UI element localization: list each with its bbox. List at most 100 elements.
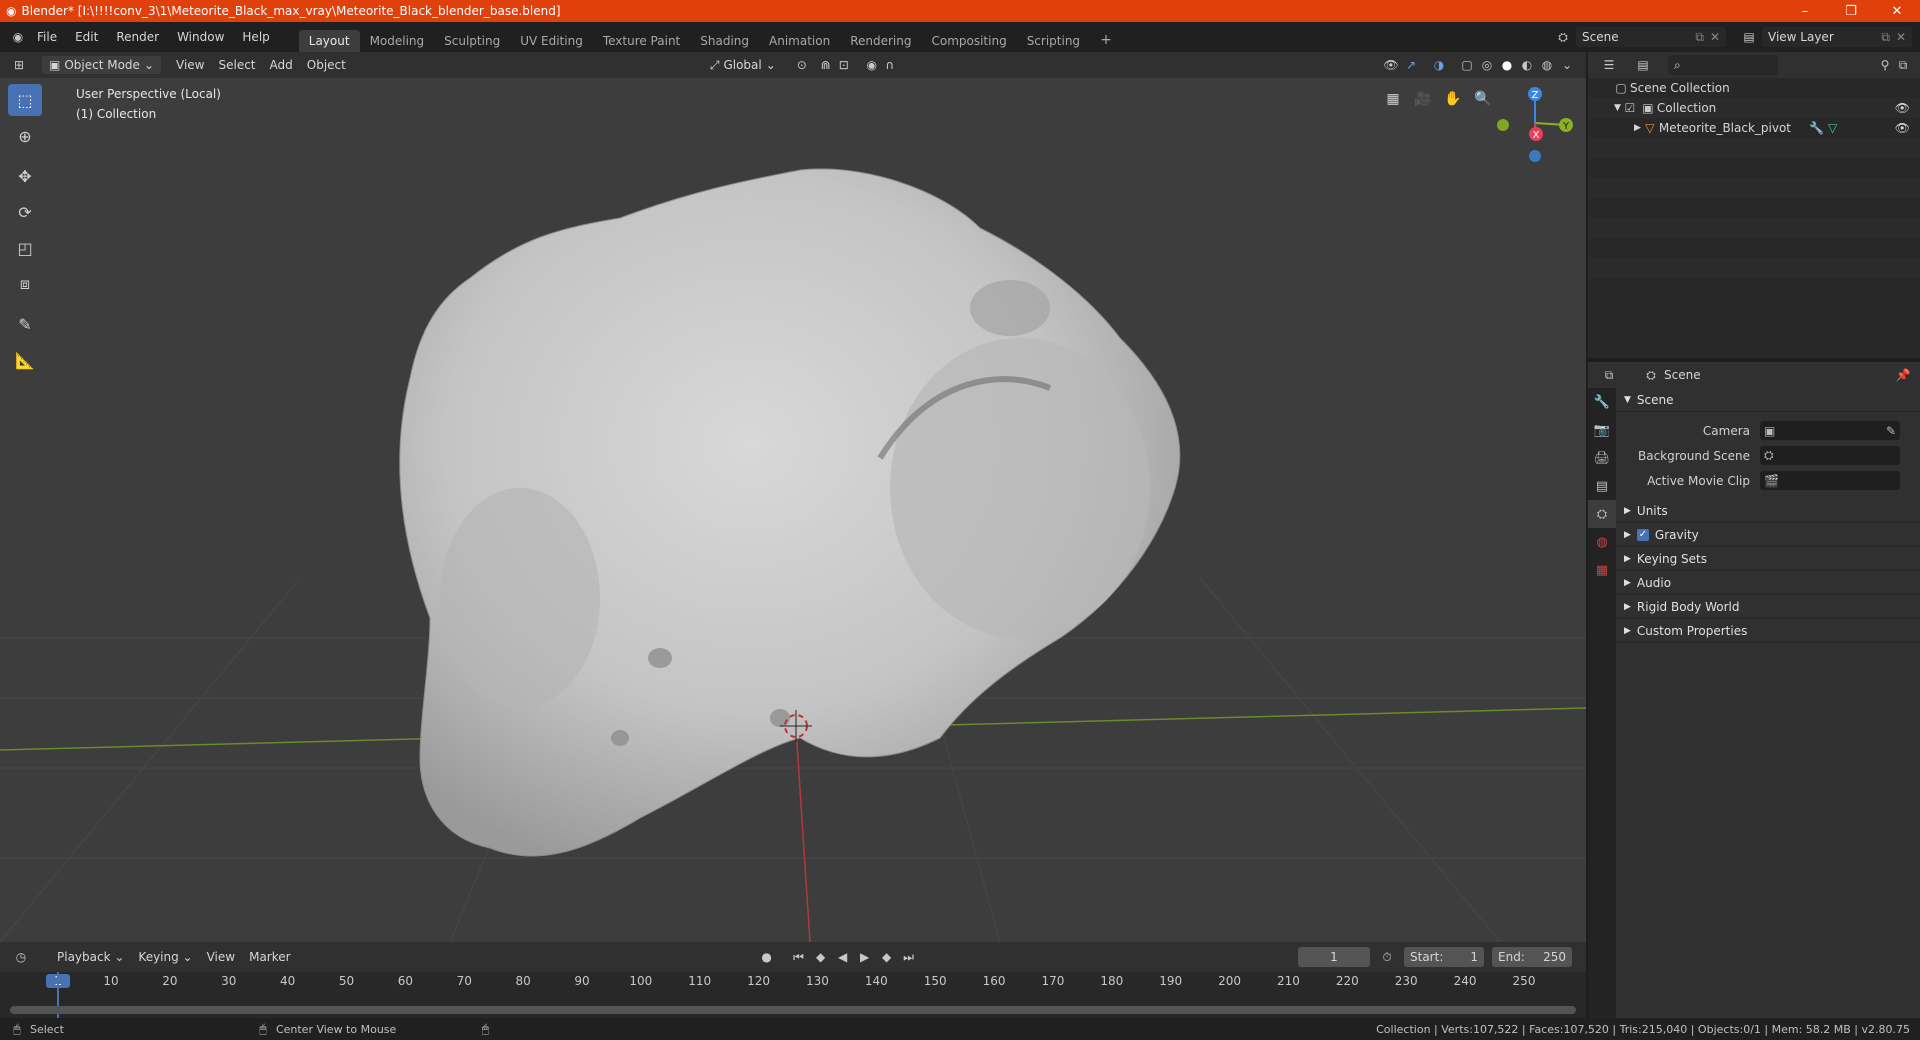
panel-units-header[interactable]: ▶ Units [1616, 499, 1920, 523]
scale-tool[interactable]: ◰ [8, 232, 42, 264]
remove-scene-icon[interactable]: ✕ [1710, 30, 1720, 44]
menu-help[interactable]: Help [233, 30, 278, 44]
remove-view-layer-icon[interactable]: ✕ [1896, 30, 1906, 44]
annotate-tool[interactable]: ✎ [8, 308, 42, 340]
panel-keying-sets-header[interactable]: ▶ Keying Sets [1616, 547, 1920, 571]
menu-edit[interactable]: Edit [66, 30, 107, 44]
ortho-toggle-icon[interactable]: ▦ [1380, 86, 1406, 112]
new-view-layer-icon[interactable]: ⧉ [1881, 30, 1890, 45]
outliner-search-input[interactable]: ⌕ [1668, 55, 1778, 75]
add-workspace-button[interactable]: + [1090, 28, 1122, 52]
gravity-checkbox[interactable]: ✓ [1636, 528, 1649, 541]
scene-selector[interactable]: Scene ⧉ ✕ [1576, 27, 1726, 47]
meteorite-mesh[interactable] [399, 168, 1181, 857]
properties-editor-icon[interactable]: ⧉ [1600, 366, 1618, 384]
transform-tool[interactable]: ⧈ [8, 268, 42, 300]
snap-icon[interactable]: ⋒ [817, 56, 835, 74]
gizmo-icon[interactable]: ↗ [1402, 56, 1420, 74]
panel-audio-header[interactable]: ▶ Audio [1616, 571, 1920, 595]
marker-menu[interactable]: Marker [242, 948, 297, 966]
display-mode-icon[interactable]: ▤ [1634, 56, 1652, 74]
visibility-eye-icon[interactable]: 👁 [1895, 121, 1910, 135]
mode-dropdown[interactable]: ▣ Object Mode ⌄ [42, 56, 161, 74]
menu-file[interactable]: File [28, 30, 66, 44]
tab-animation[interactable]: Animation [759, 30, 840, 52]
timeline-view-menu[interactable]: View [200, 948, 242, 966]
disclosure-closed-icon[interactable]: ▶ [1634, 123, 1641, 133]
menu-view[interactable]: View [169, 56, 211, 74]
new-scene-icon[interactable]: ⧉ [1695, 30, 1704, 45]
view-layer-selector[interactable]: View Layer ⧉ ✕ [1762, 27, 1912, 47]
falloff-icon[interactable]: ∩ [881, 56, 899, 74]
minimize-button[interactable]: – [1782, 4, 1828, 19]
timeline-editor-icon[interactable]: ◷ [12, 948, 30, 966]
background-scene-field[interactable]: ⛭ [1760, 446, 1900, 465]
editor-type-icon[interactable]: ⊞ [10, 56, 28, 74]
outliner-collection[interactable]: ▼ ☑ ▣ Collection 👁 [1588, 98, 1920, 118]
eyedropper-icon[interactable]: ✎ [1886, 424, 1896, 438]
camera-field[interactable]: ▣ ✎ [1760, 421, 1900, 440]
end-frame-field[interactable]: End: 250 [1492, 947, 1572, 967]
maximize-button[interactable]: ❐ [1828, 4, 1874, 19]
view-layer-icon[interactable]: ▤ [1740, 28, 1758, 46]
panel-custom-properties-header[interactable]: ▶ Custom Properties [1616, 619, 1920, 643]
xray-icon[interactable]: ▢ [1458, 56, 1476, 74]
outliner-scene-collection[interactable]: ▢ Scene Collection [1588, 78, 1920, 98]
pan-hand-icon[interactable]: ✋ [1440, 86, 1466, 112]
exclude-checkbox-icon[interactable]: ☑ [1621, 99, 1639, 117]
tab-shading[interactable]: Shading [690, 30, 759, 52]
jump-end-icon[interactable]: ⏭ [900, 948, 918, 966]
tab-layout[interactable]: Layout [298, 30, 360, 52]
menu-select[interactable]: Select [211, 56, 262, 74]
menu-render[interactable]: Render [107, 30, 168, 44]
tab-output[interactable]: 🖨 [1588, 444, 1616, 472]
filter-icon[interactable]: ⚲ [1876, 56, 1894, 74]
tab-view-layer[interactable]: ▤ [1588, 472, 1616, 500]
proportional-edit-icon[interactable]: ◉ [863, 56, 881, 74]
panel-gravity-header[interactable]: ▶ ✓ Gravity [1616, 523, 1920, 547]
close-button[interactable]: ✕ [1874, 4, 1920, 19]
tab-modeling[interactable]: Modeling [360, 30, 435, 52]
tab-tool[interactable]: 🔧 [1588, 388, 1616, 416]
outliner-object[interactable]: ▶ ▽ Meteorite_Black_pivot 🔧 ▽ 👁 [1588, 118, 1920, 138]
tab-render[interactable]: 📷 [1588, 416, 1616, 444]
menu-window[interactable]: Window [168, 30, 233, 44]
rotate-tool[interactable]: ⟳ [8, 196, 42, 228]
select-box-tool[interactable]: ⬚ [8, 84, 42, 116]
pivot-icon[interactable]: ⊙ [793, 56, 811, 74]
tab-scene[interactable]: ⛭ [1588, 500, 1616, 528]
tab-texture[interactable]: ▦ [1588, 556, 1616, 584]
tab-uv-editing[interactable]: UV Editing [510, 30, 593, 52]
tab-sculpting[interactable]: Sculpting [434, 30, 510, 52]
playback-menu[interactable]: Playback ⌄ [50, 948, 131, 966]
cursor-tool[interactable]: ⊕ [8, 120, 42, 152]
rendered-shading-icon[interactable]: ◍ [1538, 56, 1556, 74]
axis-gizmo[interactable]: Z Y X [1490, 78, 1580, 168]
visibility-eye-icon[interactable]: 👁 [1895, 101, 1910, 115]
current-frame-field[interactable]: 1 [1298, 947, 1370, 967]
timeline-scrollbar[interactable] [10, 1006, 1576, 1014]
tab-scripting[interactable]: Scripting [1017, 30, 1090, 52]
timeline-ruler[interactable]: 1102030405060708090100110120130140150160… [0, 972, 1586, 1018]
disclosure-open-icon[interactable]: ▼ [1614, 103, 1621, 113]
scene-icon[interactable]: ⛭ [1554, 28, 1572, 46]
snap-target-icon[interactable]: ⊡ [835, 56, 853, 74]
outliner-editor-icon[interactable]: ☰ [1600, 56, 1618, 74]
material-shading-icon[interactable]: ◐ [1518, 56, 1536, 74]
mesh-data-icon[interactable]: ▽ [1828, 121, 1837, 135]
orientation-dropdown[interactable]: ⤢ Global ⌄ [703, 56, 783, 75]
new-collection-icon[interactable]: ⧉ [1894, 56, 1912, 74]
wireframe-shading-icon[interactable]: ◎ [1478, 56, 1496, 74]
blender-menu-icon[interactable]: ◉ [8, 28, 28, 46]
panel-scene-header[interactable]: ▼ Scene [1616, 388, 1920, 412]
3d-viewport[interactable]: User Perspective (Local) (1) Collection … [0, 78, 1586, 942]
keying-menu[interactable]: Keying ⌄ [131, 948, 199, 966]
measure-tool[interactable]: 📐 [8, 344, 42, 376]
tab-rendering[interactable]: Rendering [840, 30, 921, 52]
shading-options-icon[interactable]: ⌄ [1558, 56, 1576, 74]
tab-texture-paint[interactable]: Texture Paint [593, 30, 690, 52]
tab-world[interactable]: ◍ [1588, 528, 1616, 556]
play-icon[interactable]: ▶ [856, 948, 874, 966]
stopwatch-icon[interactable]: ⏱ [1378, 948, 1396, 966]
tab-compositing[interactable]: Compositing [921, 30, 1016, 52]
